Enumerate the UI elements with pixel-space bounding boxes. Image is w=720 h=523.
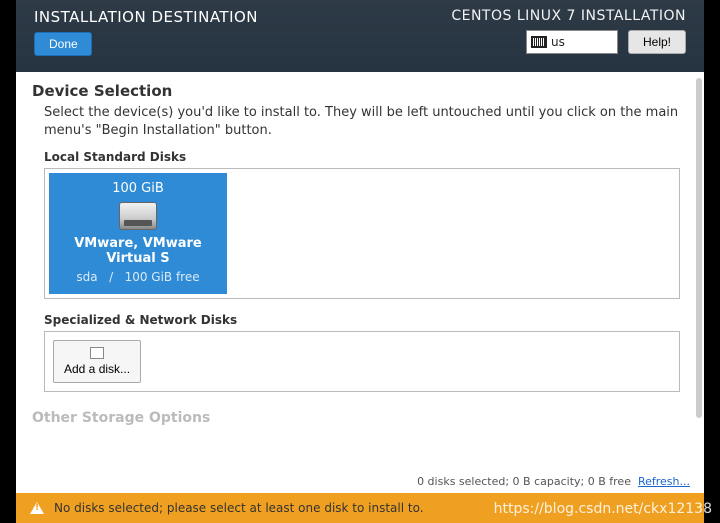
device-selection-title: Device Selection <box>32 82 688 100</box>
content-area: Device Selection Select the device(s) yo… <box>16 72 704 473</box>
footer-status-bar: 0 disks selected; 0 B capacity; 0 B free… <box>16 473 704 493</box>
page-title: INSTALLATION DESTINATION <box>34 8 258 26</box>
disk-tile-sda[interactable]: 100 GiB VMware, VMware Virtual S sda / 1… <box>49 173 227 294</box>
local-disks-container: 100 GiB VMware, VMware Virtual S sda / 1… <box>44 168 680 299</box>
top-bar-right: CENTOS LINUX 7 INSTALLATION us Help! <box>451 8 686 64</box>
installer-window: INSTALLATION DESTINATION Done CENTOS LIN… <box>16 0 704 523</box>
top-bar-controls: us Help! <box>526 30 686 54</box>
hard-drive-icon <box>119 202 157 230</box>
scrollbar[interactable] <box>696 78 702 418</box>
disk-free: 100 GiB free <box>125 270 200 284</box>
refresh-link[interactable]: Refresh... <box>638 475 690 488</box>
other-storage-heading: Other Storage Options <box>32 410 688 426</box>
help-button[interactable]: Help! <box>628 30 686 54</box>
disk-size: 100 GiB <box>55 181 221 196</box>
installer-title: CENTOS LINUX 7 INSTALLATION <box>451 8 686 24</box>
local-disks-heading: Local Standard Disks <box>44 150 688 164</box>
keyboard-icon <box>531 36 547 48</box>
disk-summary-text: 0 disks selected; 0 B capacity; 0 B free <box>417 475 631 488</box>
top-bar: INSTALLATION DESTINATION Done CENTOS LIN… <box>16 0 704 72</box>
keyboard-layout-label: us <box>551 35 565 49</box>
disk-name: VMware, VMware Virtual S <box>55 236 221 266</box>
device-selection-description: Select the device(s) you'd like to insta… <box>44 104 688 140</box>
warning-icon <box>30 502 44 514</box>
top-bar-left: INSTALLATION DESTINATION Done <box>34 8 258 64</box>
done-button[interactable]: Done <box>34 32 92 56</box>
disk-detail: sda / 100 GiB free <box>55 270 221 284</box>
network-disks-container: Add a disk... <box>44 331 680 392</box>
disk-device: sda <box>76 270 97 284</box>
add-disk-button[interactable]: Add a disk... <box>53 340 141 383</box>
disk-separator: / <box>109 270 113 284</box>
warning-message: No disks selected; please select at leas… <box>54 501 424 515</box>
warning-bar: No disks selected; please select at leas… <box>16 493 704 523</box>
keyboard-layout-indicator[interactable]: us <box>526 30 618 54</box>
add-disk-icon <box>90 347 104 359</box>
add-disk-label: Add a disk... <box>64 362 130 376</box>
network-disks-heading: Specialized & Network Disks <box>44 313 688 327</box>
